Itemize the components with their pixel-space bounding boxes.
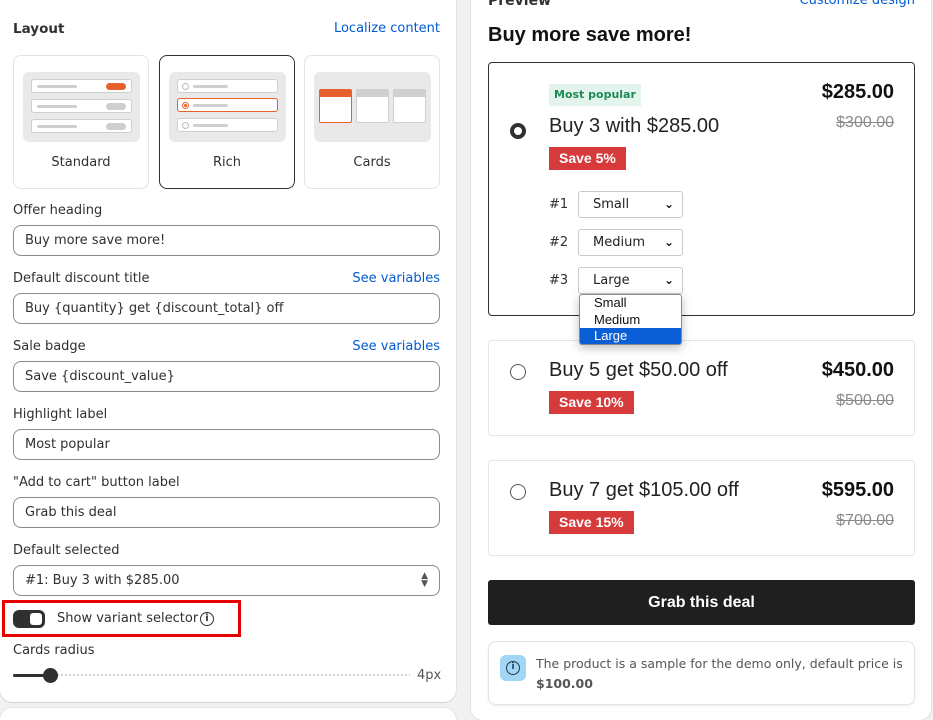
see-variables-link[interactable]: See variables [352, 271, 440, 286]
customize-design-link[interactable]: Customize design [800, 0, 916, 8]
variant-number: #1 [549, 197, 569, 212]
standard-layout-thumbnail [23, 72, 140, 142]
layout-label: Layout [13, 21, 65, 37]
save-badge-3: Save 15% [549, 511, 634, 534]
show-variant-selector-label: Show variant selector [57, 611, 199, 626]
dropdown-option[interactable]: Large [580, 328, 681, 344]
offer-old-price-2: $500.00 [836, 392, 894, 409]
offer-price-2: $450.00 [821, 359, 894, 381]
layout-option-cards[interactable]: Cards [304, 55, 440, 189]
offer-title-1: Buy 3 with $285.00 [549, 115, 720, 137]
most-popular-badge: Most popular [549, 84, 641, 106]
default-selected-select[interactable]: #1: Buy 3 with $285.00 ▲ ▼ [13, 565, 440, 596]
layout-option-standard[interactable]: Standard [13, 55, 149, 189]
discount-title-label: Default discount title [13, 271, 150, 286]
dropdown-option[interactable]: Small [580, 295, 681, 312]
variant-select-value: Small [593, 197, 630, 212]
highlight-label-label: Highlight label [13, 407, 108, 422]
info-icon: i [500, 655, 526, 681]
layout-option-rich[interactable]: Rich [159, 55, 295, 189]
cards-radius-label: Cards radius [13, 643, 95, 658]
variant-select-2[interactable]: Medium ⌄ [578, 229, 683, 256]
grab-this-deal-button[interactable]: Grab this deal [488, 580, 915, 625]
variant-select-3[interactable]: Large ⌄ [578, 267, 683, 294]
settings-panel-next [0, 708, 456, 720]
offer-radio-3[interactable] [510, 484, 526, 500]
offer-card-3[interactable] [488, 460, 915, 556]
discount-title-input[interactable]: Buy {quantity} get {discount_total} off [13, 293, 440, 324]
offer-price-3: $595.00 [821, 479, 894, 501]
cards-radius-slider-thumb[interactable] [43, 668, 58, 683]
highlight-label-input[interactable]: Most popular [13, 429, 440, 460]
save-badge-1: Save 5% [549, 147, 626, 170]
offer-price-1: $285.00 [821, 81, 894, 103]
variant-dropdown-menu: Small Medium Large [579, 294, 682, 345]
chevron-down-icon: ⌄ [663, 197, 674, 211]
cards-radius-value: 4px [417, 668, 442, 683]
chevron-down-icon: ⌄ [663, 235, 674, 249]
dropdown-option[interactable]: Medium [580, 312, 681, 329]
offer-heading-input[interactable]: Buy more save more! [13, 225, 440, 256]
layout-option-label: Rich [212, 155, 242, 170]
offer-title-3: Buy 7 get $105.00 off [549, 479, 739, 501]
see-variables-link[interactable]: See variables [352, 339, 440, 354]
default-selected-label: Default selected [13, 543, 120, 558]
offer-old-price-3: $700.00 [836, 512, 894, 529]
add-to-cart-label-input[interactable]: Grab this deal [13, 497, 440, 528]
default-selected-value: #1: Buy 3 with $285.00 [25, 573, 180, 588]
preview-label: Preview [488, 0, 552, 9]
rich-layout-thumbnail [169, 72, 286, 142]
notice-message: The product is a sample for the demo onl… [536, 656, 903, 671]
variant-select-1[interactable]: Small ⌄ [578, 191, 683, 218]
offer-radio-1[interactable] [510, 123, 526, 139]
variant-number: #2 [549, 235, 569, 250]
cards-radius-slider-track[interactable] [13, 674, 410, 676]
offer-title-2: Buy 5 get $50.00 off [549, 359, 728, 381]
chevron-down-icon: ⌄ [663, 273, 674, 287]
variant-number: #3 [549, 273, 569, 288]
sale-badge-label: Sale badge [13, 339, 86, 354]
layout-option-label: Cards [353, 155, 391, 170]
preview-heading: Buy more save more! [488, 24, 692, 46]
add-to-cart-label-label: "Add to cart" button label [13, 475, 180, 490]
offer-heading-label: Offer heading [13, 203, 103, 218]
info-icon[interactable]: i [200, 612, 214, 626]
sale-badge-input[interactable]: Save {discount_value} [13, 361, 440, 392]
notice-text: The product is a sample for the demo onl… [536, 654, 906, 694]
offer-card-2[interactable] [488, 340, 915, 436]
cards-layout-thumbnail [314, 72, 431, 142]
show-variant-selector-toggle[interactable] [13, 610, 45, 628]
localize-content-link[interactable]: Localize content [334, 21, 440, 36]
save-badge-2: Save 10% [549, 391, 634, 414]
variant-select-value: Large [593, 273, 630, 288]
notice-price: $100.00 [536, 676, 593, 691]
offer-old-price-1: $300.00 [836, 114, 894, 131]
select-arrows-icon: ▲ ▼ [421, 571, 428, 589]
variant-select-value: Medium [593, 235, 645, 250]
offer-radio-2[interactable] [510, 364, 526, 380]
layout-option-label: Standard [51, 155, 111, 170]
